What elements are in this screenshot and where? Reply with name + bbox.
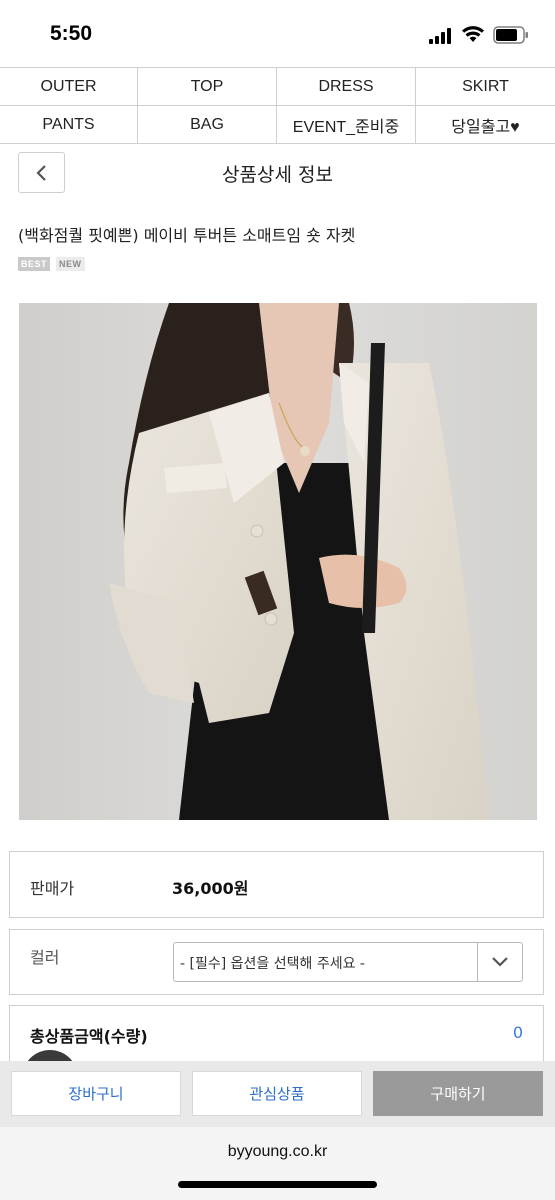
total-count: 0 (512, 1023, 523, 1042)
category-pants[interactable]: PANTS (0, 106, 138, 144)
action-bar: 장바구니 관심상품 구매하기 (0, 1061, 555, 1127)
url-text: byyoung.co.kr (227, 1143, 328, 1160)
total-row: 총상품금액(수량) 0 (9, 1005, 544, 1065)
category-outer[interactable]: OUTER (0, 68, 138, 106)
price-row: 판매가 36,000원 (9, 851, 544, 918)
cart-button[interactable]: 장바구니 (11, 1071, 181, 1116)
status-time: 5:50 (50, 22, 93, 45)
buy-button[interactable]: 구매하기 (373, 1071, 543, 1116)
chevron-down-icon (492, 957, 508, 967)
product-image[interactable] (19, 303, 537, 820)
category-menu: OUTER TOP DRESS SKIRT PANTS BAG EVENT_준비… (0, 67, 555, 144)
battery-icon (493, 26, 529, 44)
page-title: 상품상세 정보 (222, 164, 333, 186)
color-select-value: - [필수] 옵션을 선택해 주세요 - (180, 956, 365, 972)
category-bag[interactable]: BAG (138, 106, 277, 144)
price-label: 판매가 (30, 879, 75, 898)
wifi-icon (461, 24, 485, 44)
select-toggle[interactable] (477, 943, 522, 981)
category-skirt[interactable]: SKIRT (416, 68, 555, 106)
color-option-row: 컬러 - [필수] 옵션을 선택해 주세요 - (9, 929, 544, 995)
wishlist-button[interactable]: 관심상품 (192, 1071, 362, 1116)
product-name: (백화점퀄 핏예쁜) 메이비 투버튼 소매트임 숏 자켓 (18, 226, 356, 245)
home-indicator[interactable] (178, 1181, 377, 1188)
category-event[interactable]: EVENT_준비중 (277, 106, 416, 144)
category-dress[interactable]: DRESS (277, 68, 416, 106)
cellular-signal-icon (429, 28, 453, 44)
category-same-day[interactable]: 당일출고♥ (416, 106, 555, 144)
browser-url-bar[interactable]: byyoung.co.kr (0, 1127, 555, 1200)
price-value: 36,000원 (172, 879, 249, 898)
product-badges: BEST NEW (18, 257, 85, 271)
total-label: 총상품금액(수량) (30, 1027, 148, 1046)
category-top[interactable]: TOP (138, 68, 277, 106)
new-badge: NEW (56, 257, 85, 271)
best-badge: BEST (18, 257, 51, 271)
color-select[interactable]: - [필수] 옵션을 선택해 주세요 - (173, 942, 523, 982)
status-bar: 5:50 (0, 0, 555, 68)
color-label: 컬러 (30, 948, 60, 967)
detail-header: 상품상세 정보 (0, 150, 555, 194)
